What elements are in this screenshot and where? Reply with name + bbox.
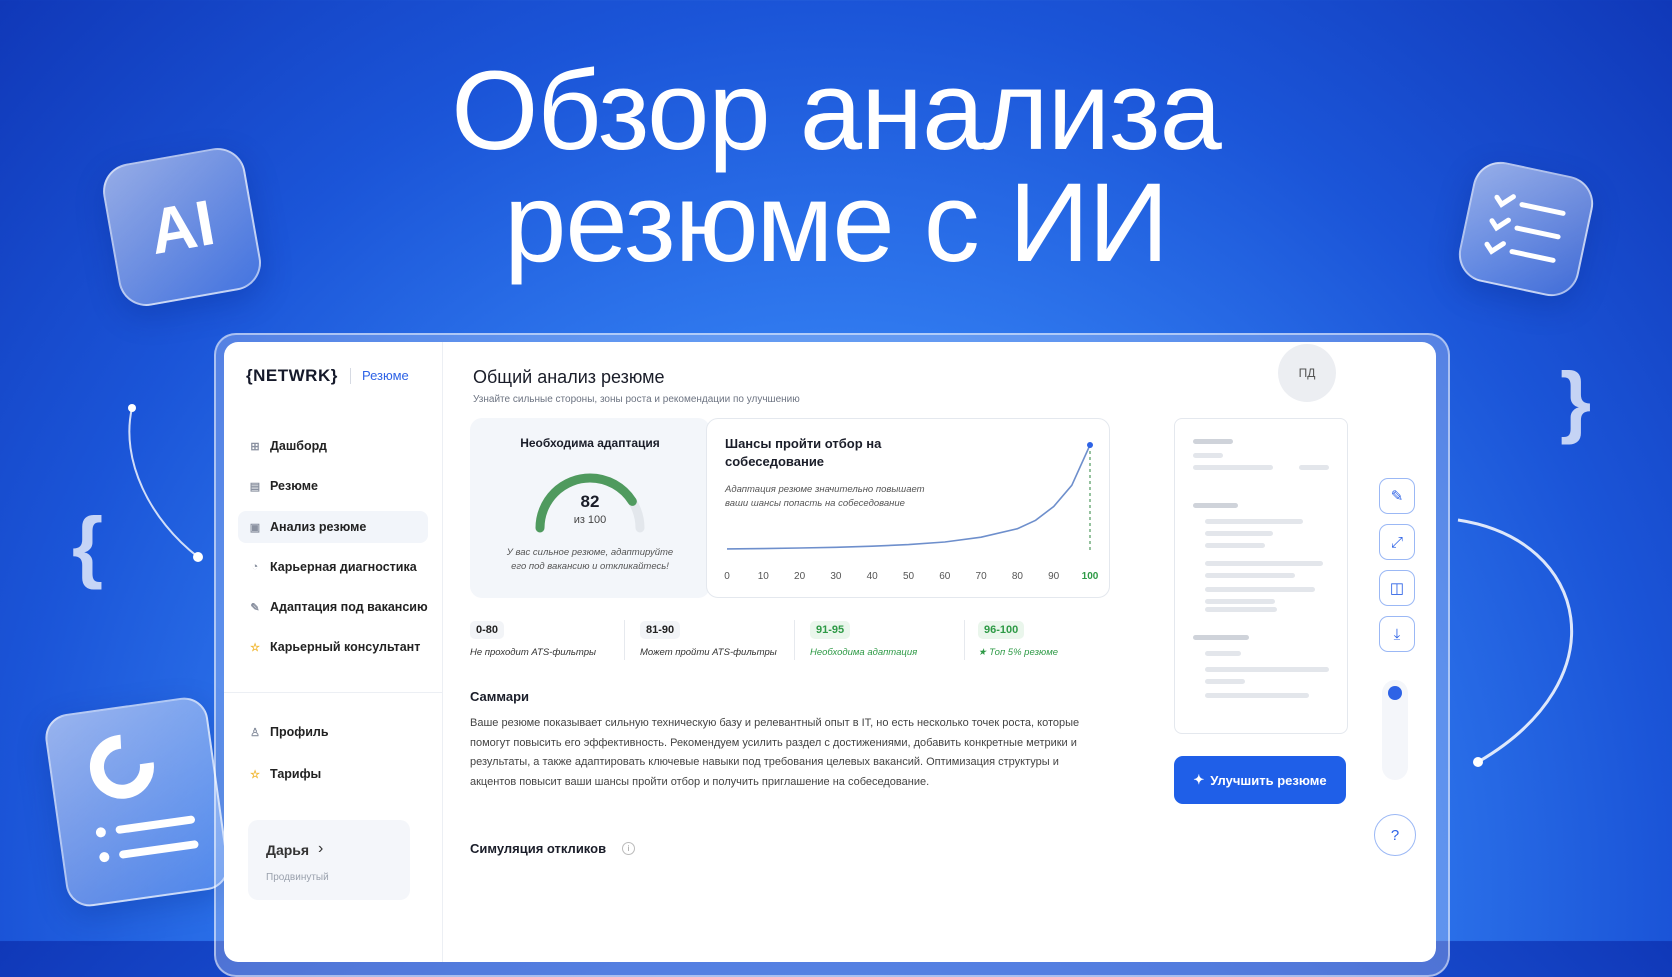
avatar[interactable]: ПД [1278,344,1336,402]
score-panel: Необходима адаптация 82 из 100 У вас сил… [470,418,710,598]
simulation-heading: Симуляция откликов [470,841,607,856]
x-tick-label: 90 [1048,571,1060,582]
legend-item-91-95: 91-95 Необходима адаптация [810,620,917,658]
x-tick-label: 30 [830,571,842,582]
sidebar-item-profile[interactable]: ♙ Профиль [238,716,428,748]
highlight-point [1087,442,1093,448]
sidebar-item-label: Анализ резюме [270,520,367,534]
star-icon: ☆ [250,641,260,654]
legend-item-81-90: 81-90 Может пройти ATS-фильтры [640,620,777,658]
resume-preview[interactable] [1174,418,1348,734]
user-name: Дарья [266,842,310,858]
user-icon: ♙ [250,726,260,739]
legend-divider [964,620,965,660]
page-subtitle: Узнайте сильные стороны, зоны роста и ре… [473,394,800,405]
sidebar-item-dashboard[interactable]: ⊞ Дашборд [238,430,428,462]
grid-icon: ⊞ [250,440,260,453]
expand-icon: ⤢ [1390,533,1403,551]
sidebar-item-label: Профиль [270,725,329,739]
sidebar-item-label: Карьерная диагностика [270,560,417,574]
diagnostic-icon: ◔ [251,561,259,573]
expand-button[interactable]: ⤢ [1379,524,1415,560]
logo-section: Резюме [362,368,409,383]
sidebar-item-career-diagnostics[interactable]: ◔ Карьерная диагностика [238,551,428,583]
legend-desc-text: Топ 5% резюме [989,647,1058,658]
score-max: из 100 [573,514,607,526]
info-icon[interactable]: i [622,842,635,855]
page-title: Общий анализ резюме [473,367,665,387]
help-button[interactable]: ? [1374,814,1416,856]
logo-divider [350,368,351,384]
improve-resume-button[interactable]: ✦ Улучшить резюме [1174,756,1346,804]
legend-item-0-80: 0-80 Не проходит ATS-фильтры [470,620,596,658]
x-tick-label: 50 [903,571,915,582]
compare-icon: ◫ [1389,580,1405,597]
legend-item-96-100: 96-100 ★ Топ 5% резюме [978,620,1058,658]
compare-button[interactable]: ◫ [1379,570,1415,606]
analysis-icon: ▣ [249,521,261,534]
document-icon: ▤ [249,480,261,493]
sidebar-item-label: Карьерный консультант [270,640,421,654]
sidebar: {NETWRK} Резюме ⊞ Дашборд ▤ Резюме ▣ Анализ… [224,342,443,962]
legend-range: 91-95 [810,621,851,639]
summary-text: Ваше резюме показывает сильную техническ… [470,717,1080,788]
legend-divider [794,620,795,660]
sidebar-item-label: Резюме [270,479,318,493]
legend-range: 81-90 [640,621,681,639]
logo[interactable]: {NETWRK} [246,366,338,386]
x-tick-label: 60 [939,571,951,582]
legend-desc: Не проходит ATS-фильтры [470,647,596,658]
chart-title: Шансы пройти отбор на собеседование [725,436,882,469]
sidebar-item-resume[interactable]: ▤ Резюме [238,470,428,502]
app-window: {NETWRK} Резюме ⊞ Дашборд ▤ Резюме ▣ Анализ… [224,342,1436,962]
chart-subtitle: Адаптация резюме значительно повышает ва… [725,484,925,509]
score-heading: Необходима адаптация [520,436,660,450]
legend-desc: Необходима адаптация [810,647,918,658]
score-note: У вас сильное резюме, адаптируйте его по… [506,547,674,572]
improve-resume-label: Улучшить резюме [1210,772,1327,788]
sidebar-item-label: Адаптация под вакансию [270,600,428,614]
sidebar-item-plans[interactable]: ☆ Тарифы [238,758,428,790]
sidebar-item-career-consultant[interactable]: ☆ Карьерный консультант [238,631,428,663]
sparkle-icon: ✦ [1193,772,1205,787]
legend-range: 96-100 [978,621,1025,639]
user-plan: Продвинутый [266,872,329,883]
sidebar-divider [224,692,442,693]
sidebar-item-resume-analysis[interactable]: ▣ Анализ резюме [238,511,428,543]
sidebar-item-label: Тарифы [270,767,322,781]
edit-icon: ✎ [1390,488,1404,505]
x-tick-label: 40 [867,571,879,582]
download-button[interactable]: ⤓ [1379,616,1415,652]
x-tick-label: 20 [794,571,806,582]
legend-desc: Может пройти ATS-фильтры [640,647,777,658]
sidebar-item-job-adaptation[interactable]: ✎ Адаптация под вакансию [238,591,428,623]
star-icon: ☆ [250,768,260,781]
x-tick-label: 70 [976,571,988,582]
legend-range: 0-80 [470,621,505,639]
summary-heading: Саммари [470,689,530,704]
sidebar-item-label: Дашборд [270,439,327,453]
chevron-right-icon: › [318,840,324,857]
x-tick-label: 10 [758,571,770,582]
legend-desc: ★ Топ 5% резюме [978,647,1058,658]
edit-icon: ✎ [250,601,260,614]
score-value: 82 [580,492,600,511]
legend-divider [624,620,625,660]
user-card[interactable]: Дарья › Продвинутый [248,820,410,900]
x-tick-label: 100 [1082,571,1099,582]
edit-button[interactable]: ✎ [1379,478,1415,514]
x-tick-label: 80 [1012,571,1024,582]
zoom-slider-handle[interactable] [1388,686,1402,700]
chance-chart-panel: 0 10 20 30 40 50 60 70 80 90 100 Шансы пройти отбо… [706,418,1110,598]
x-tick-label: 0 [724,571,730,582]
star-icon: ★ [978,647,987,658]
download-icon: ⤓ [1393,625,1401,643]
